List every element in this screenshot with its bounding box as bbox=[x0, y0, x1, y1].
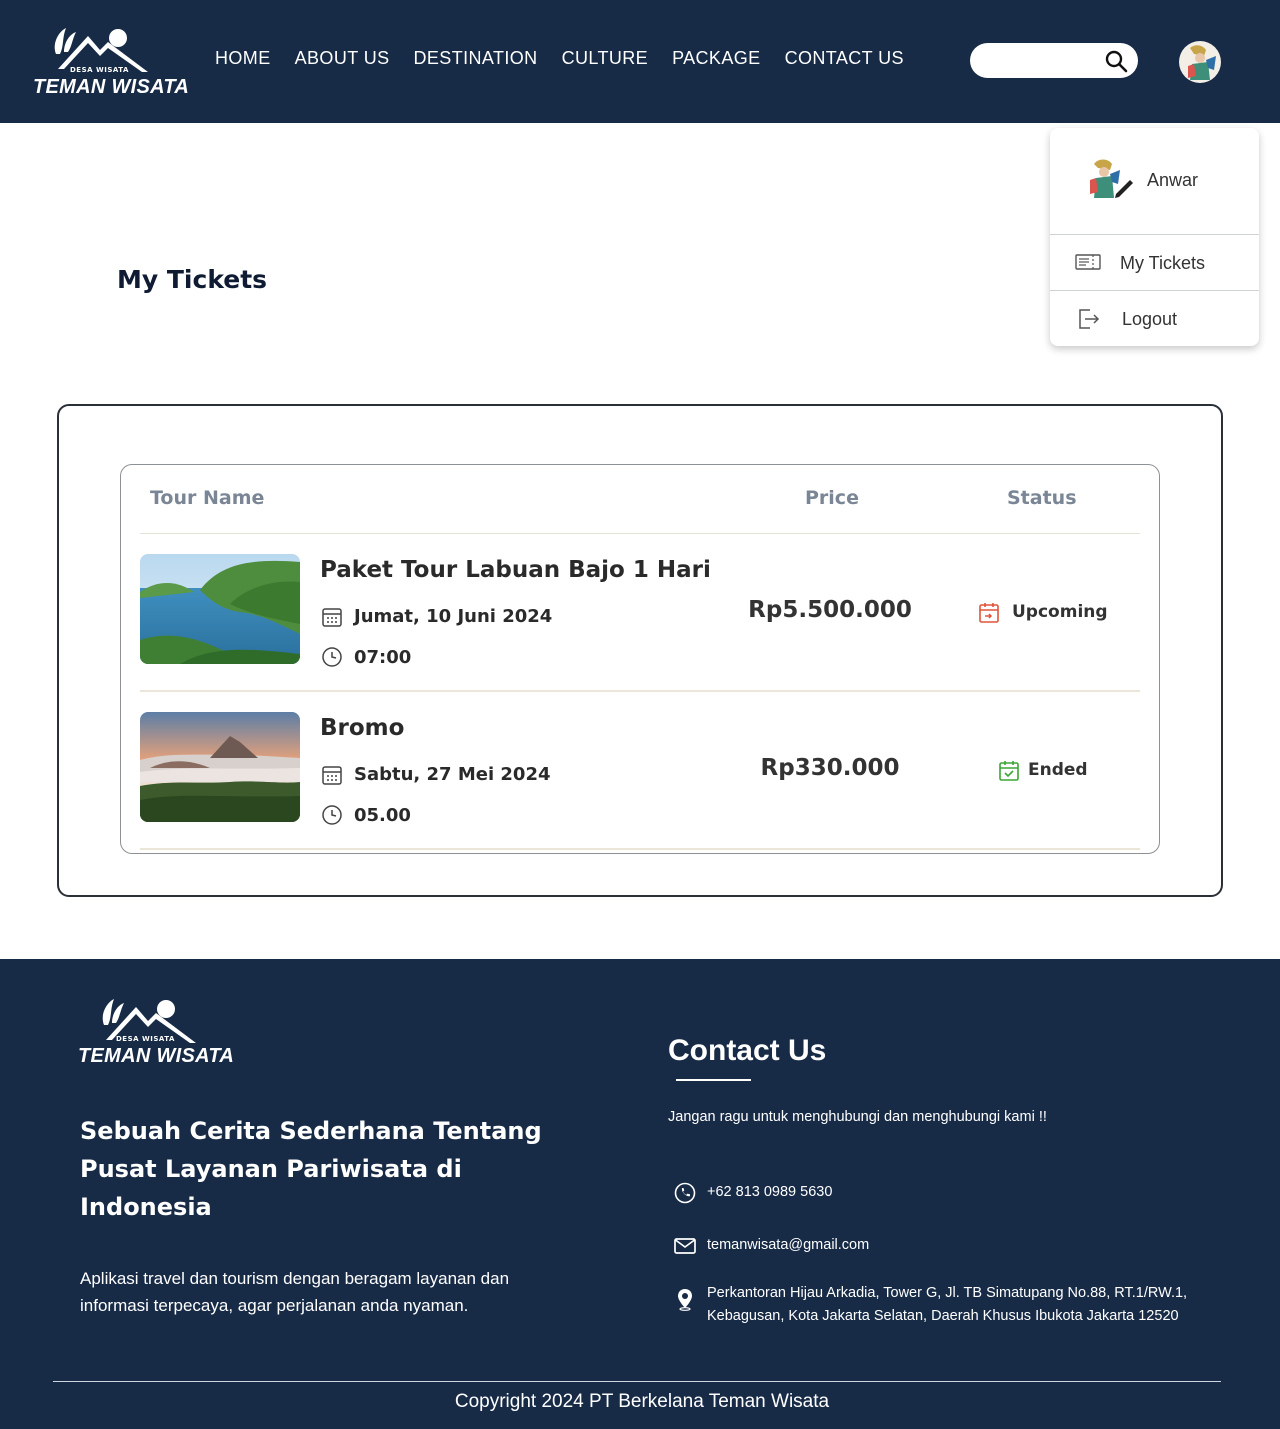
page-title: My Tickets bbox=[117, 265, 268, 294]
phone-icon bbox=[674, 1182, 696, 1204]
contact-title: Contact Us bbox=[668, 1034, 827, 1067]
status-badge: Upcoming bbox=[1012, 602, 1108, 622]
location-pin-icon bbox=[678, 1289, 692, 1311]
contact-title-underline bbox=[676, 1079, 751, 1081]
footer-brand-small-text: DESA WISATA bbox=[116, 1035, 175, 1043]
nav-destination[interactable]: DESTINATION bbox=[414, 48, 538, 69]
calendar-icon bbox=[322, 608, 342, 627]
header-tour-name: Tour Name bbox=[150, 487, 265, 509]
search-box bbox=[970, 43, 1138, 78]
ticket-icon bbox=[1075, 254, 1101, 270]
clock-icon bbox=[322, 805, 342, 825]
contact-email[interactable]: temanwisata@gmail.com bbox=[707, 1234, 869, 1257]
email-icon bbox=[674, 1238, 696, 1254]
dropdown-logout-label: Logout bbox=[1122, 309, 1178, 329]
logout-icon bbox=[1079, 309, 1100, 329]
profile-avatar-icon bbox=[1090, 159, 1133, 198]
nav-culture[interactable]: CULTURE bbox=[562, 48, 648, 69]
footer-brand-logo[interactable]: DESA WISATA TEMAN WISATA bbox=[76, 995, 234, 1075]
main-nav: HOME ABOUT US DESTINATION CULTURE PACKAG… bbox=[215, 48, 904, 69]
tour-date: Jumat, 10 Juni 2024 bbox=[354, 606, 553, 627]
tour-thumbnail-bromo bbox=[140, 712, 300, 822]
tour-price: Rp330.000 bbox=[760, 755, 900, 781]
footer-description: Aplikasi travel dan tourism dengan berag… bbox=[80, 1269, 510, 1315]
navbar: DESA WISATA TEMAN WISATA HOME ABOUT US D… bbox=[0, 0, 1280, 123]
ended-calendar-check-icon bbox=[999, 761, 1019, 781]
tour-time: 07:00 bbox=[354, 647, 412, 668]
dropdown-logout[interactable]: Logout bbox=[1050, 292, 1259, 347]
clock-icon bbox=[322, 647, 342, 667]
header-price: Price bbox=[805, 487, 859, 509]
brand-logo[interactable]: DESA WISATA TEMAN WISATA bbox=[30, 24, 189, 104]
dropdown-profile[interactable]: Anwar bbox=[1050, 128, 1259, 235]
tour-time: 05.00 bbox=[354, 805, 411, 826]
footer-tagline: Sebuah Cerita Sederhana Tentang Pusat La… bbox=[80, 1117, 542, 1221]
brand-small-text: DESA WISATA bbox=[70, 66, 129, 74]
header-divider bbox=[140, 533, 1140, 534]
nav-about-us[interactable]: ABOUT US bbox=[295, 48, 390, 69]
status-badge: Ended bbox=[1028, 760, 1088, 780]
copyright: Copyright 2024 PT Berkelana Teman Wisata bbox=[454, 1391, 830, 1412]
dropdown-my-tickets[interactable]: My Tickets bbox=[1050, 236, 1259, 291]
dropdown-my-tickets-label: My Tickets bbox=[1120, 253, 1206, 273]
search-icon[interactable] bbox=[1104, 49, 1128, 73]
user-dropdown-menu: Anwar My Tickets Logout bbox=[1050, 128, 1259, 346]
contact-address-line2: Kebagusan, Kota Jakarta Selatan, Daerah … bbox=[707, 1308, 1179, 1324]
tour-name: Paket Tour Labuan Bajo 1 Hari bbox=[320, 557, 711, 583]
header-status: Status bbox=[1007, 487, 1077, 509]
contact-description: Jangan ragu untuk menghubungi dan menghu… bbox=[668, 1109, 1047, 1125]
tour-name: Bromo bbox=[320, 715, 405, 741]
contact-address-line1: Perkantoran Hijau Arkadia, Tower G, Jl. … bbox=[707, 1285, 1188, 1301]
nav-contact-us[interactable]: CONTACT US bbox=[785, 48, 904, 69]
user-avatar-icon[interactable] bbox=[1176, 36, 1224, 88]
dropdown-user-name: Anwar bbox=[1147, 170, 1199, 190]
footer-brand-name: TEMAN WISATA bbox=[78, 1045, 235, 1067]
row-divider bbox=[140, 848, 1140, 850]
search-input[interactable] bbox=[984, 49, 1094, 71]
footer-divider bbox=[53, 1381, 1221, 1382]
tour-date: Sabtu, 27 Mei 2024 bbox=[354, 764, 551, 785]
nav-home[interactable]: HOME bbox=[215, 48, 271, 69]
brand-name: TEMAN WISATA bbox=[33, 76, 190, 98]
upcoming-calendar-icon bbox=[979, 603, 999, 623]
nav-package[interactable]: PACKAGE bbox=[672, 48, 761, 69]
tour-thumbnail-labuan-bajo bbox=[140, 554, 300, 664]
contact-phone[interactable]: +62 813 0989 5630 bbox=[707, 1181, 832, 1204]
row-divider bbox=[140, 690, 1140, 692]
calendar-icon bbox=[322, 766, 342, 785]
tour-price: Rp5.500.000 bbox=[748, 597, 912, 623]
